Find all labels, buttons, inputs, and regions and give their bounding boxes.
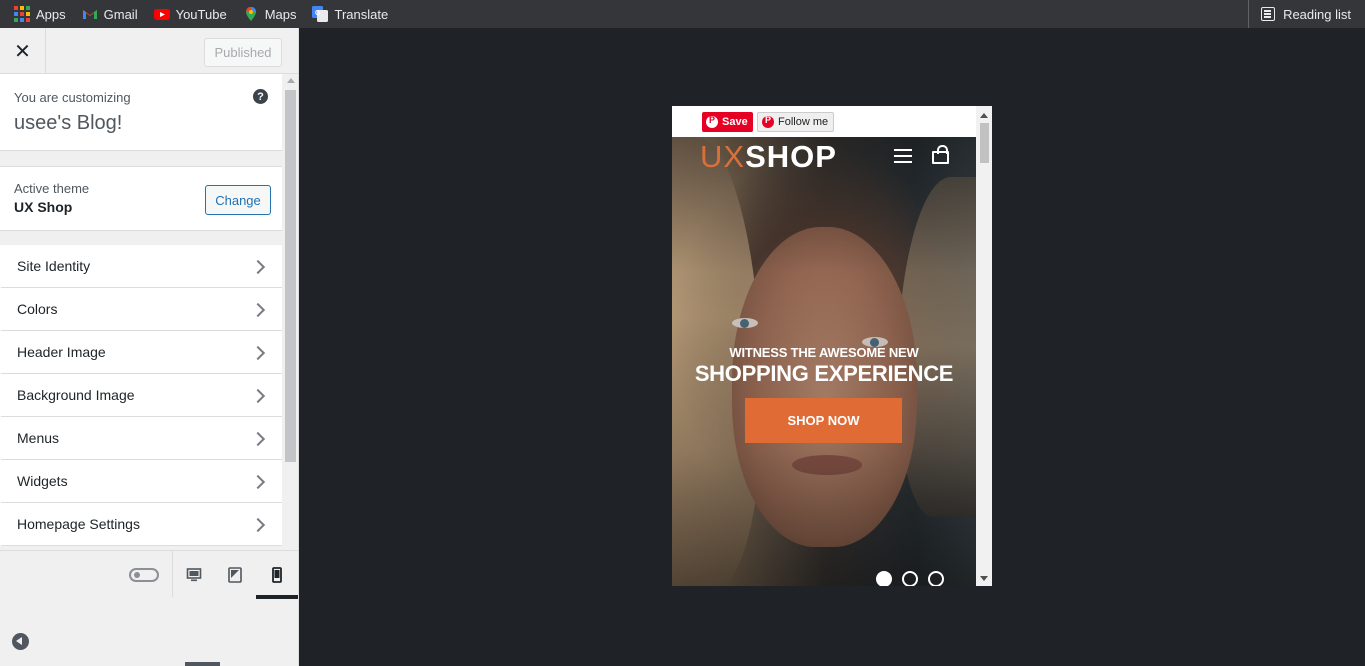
active-theme-label: Active theme xyxy=(14,181,90,196)
section-homepage-settings[interactable]: Homepage Settings xyxy=(0,503,282,546)
section-label: Background Image xyxy=(17,387,135,403)
pinterest-icon xyxy=(762,115,774,128)
hamburger-menu-icon[interactable] xyxy=(894,149,912,163)
section-colors[interactable]: Colors xyxy=(0,288,282,331)
customizing-label: You are customizing xyxy=(14,90,131,105)
site-preview: Save Follow me UXSHOP WITNESS THE AWESOM… xyxy=(672,106,992,586)
section-label: Site Identity xyxy=(17,258,91,274)
shopping-bag-icon[interactable] xyxy=(932,145,949,164)
hero-tagline: WITNESS THE AWESOME NEW xyxy=(729,345,919,360)
desktop-icon xyxy=(186,568,202,582)
preview-desktop-button[interactable] xyxy=(180,561,208,589)
shop-now-button[interactable]: SHOP NOW xyxy=(745,398,902,443)
pinterest-follow-button[interactable]: Follow me xyxy=(757,112,834,132)
bookmark-label: Apps xyxy=(36,6,66,22)
chevron-right-icon xyxy=(250,257,268,275)
scrollbar-thumb[interactable] xyxy=(285,90,296,462)
theme-name: UX Shop xyxy=(14,199,73,215)
chevron-right-icon xyxy=(250,429,268,447)
scroll-down-arrow-icon[interactable] xyxy=(980,576,988,581)
publish-button[interactable]: Published xyxy=(204,38,282,67)
customizer-sections: Site Identity Colors Header Image Backgr… xyxy=(0,245,282,546)
pinterest-bar: Save Follow me xyxy=(672,106,976,137)
pinterest-follow-label: Follow me xyxy=(778,116,829,128)
bookmark-maps[interactable]: Maps xyxy=(235,0,305,28)
section-label: Menus xyxy=(17,430,60,446)
chevron-right-icon xyxy=(250,386,268,404)
reading-list-label: Reading list xyxy=(1283,6,1351,22)
device-divider xyxy=(172,551,173,597)
bookmarks-bar: Apps Gmail YouTube Maps G Translate Read… xyxy=(0,0,1365,28)
close-customizer-button[interactable]: ✕ xyxy=(0,28,46,74)
section-background-image[interactable]: Background Image xyxy=(0,374,282,417)
bookmark-youtube[interactable]: YouTube xyxy=(146,0,235,28)
bookmark-label: Translate xyxy=(334,6,389,22)
section-site-identity[interactable]: Site Identity xyxy=(0,245,282,288)
chevron-right-icon xyxy=(250,472,268,490)
pinterest-save-button[interactable]: Save xyxy=(702,112,753,132)
reading-list-icon xyxy=(1261,7,1276,21)
tablet-icon xyxy=(228,567,242,583)
chevron-right-icon xyxy=(250,300,268,318)
customizer-panel: You are customizing usee's Blog! ? Activ… xyxy=(0,74,298,550)
gmail-icon xyxy=(82,6,98,22)
pinterest-icon xyxy=(706,115,718,128)
customizing-info: You are customizing usee's Blog! ? xyxy=(0,74,282,151)
scroll-up-arrow-icon[interactable] xyxy=(980,113,988,118)
slider-dots xyxy=(876,571,944,586)
bookmark-label: Maps xyxy=(264,6,297,22)
device-active-indicator xyxy=(256,595,298,599)
preview-tablet-button[interactable] xyxy=(221,561,249,589)
site-name: usee's Blog! xyxy=(14,112,123,134)
change-theme-button[interactable]: Change xyxy=(205,185,271,215)
slider-dot[interactable] xyxy=(928,571,944,586)
bookmark-label: YouTube xyxy=(175,6,227,22)
preview-mobile-button[interactable] xyxy=(263,561,291,589)
pinterest-save-label: Save xyxy=(722,116,748,128)
bookmark-gmail[interactable]: Gmail xyxy=(74,0,146,28)
active-theme-section: Active theme UX Shop Change xyxy=(0,166,282,231)
scroll-up-arrow-icon[interactable] xyxy=(287,78,295,83)
mobile-icon xyxy=(272,567,282,583)
maps-pin-icon xyxy=(243,6,259,22)
customizer-footer xyxy=(0,550,298,666)
hero-slider: UXSHOP WITNESS THE AWESOME NEW SHOPPING … xyxy=(672,137,976,586)
chevron-right-icon xyxy=(250,343,268,361)
bookmark-translate[interactable]: G Translate xyxy=(304,0,396,28)
site-logo[interactable]: UXSHOP xyxy=(700,139,837,175)
section-label: Homepage Settings xyxy=(17,516,140,532)
hero-headline: SHOPPING EXPERIENCE xyxy=(694,361,954,386)
youtube-icon xyxy=(153,6,170,22)
section-header-image[interactable]: Header Image xyxy=(0,331,282,374)
sidebar-scrollbar[interactable] xyxy=(283,74,298,550)
preview-scrollbar[interactable] xyxy=(976,106,992,586)
reading-list-button[interactable]: Reading list xyxy=(1248,0,1365,28)
close-icon: ✕ xyxy=(14,40,31,63)
logo-part-shop: SHOP xyxy=(745,139,837,174)
bookmark-label: Gmail xyxy=(103,6,138,22)
slider-dot[interactable] xyxy=(902,571,918,586)
section-label: Widgets xyxy=(17,473,68,489)
section-menus[interactable]: Menus xyxy=(0,417,282,460)
section-label: Colors xyxy=(17,301,58,317)
lightning-toggle[interactable] xyxy=(129,568,159,582)
svg-text:G: G xyxy=(315,10,321,17)
help-icon[interactable]: ? xyxy=(253,89,268,104)
bookmark-apps[interactable]: Apps xyxy=(0,0,74,28)
translate-icon: G xyxy=(312,6,329,22)
slider-dot[interactable] xyxy=(876,571,892,586)
apps-grid-icon xyxy=(14,6,30,22)
scrollbar-thumb[interactable] xyxy=(980,123,989,163)
section-label: Header Image xyxy=(17,344,106,360)
customizer-sidebar: ✕ Published You are customizing usee's B… xyxy=(0,28,299,666)
customizer-header: ✕ Published xyxy=(0,28,298,74)
collapse-sidebar-icon[interactable] xyxy=(12,633,29,650)
chevron-right-icon xyxy=(250,515,268,533)
logo-part-ux: UX xyxy=(700,139,746,174)
section-widgets[interactable]: Widgets xyxy=(0,460,282,503)
horizontal-scroll-thumb[interactable] xyxy=(185,662,220,666)
